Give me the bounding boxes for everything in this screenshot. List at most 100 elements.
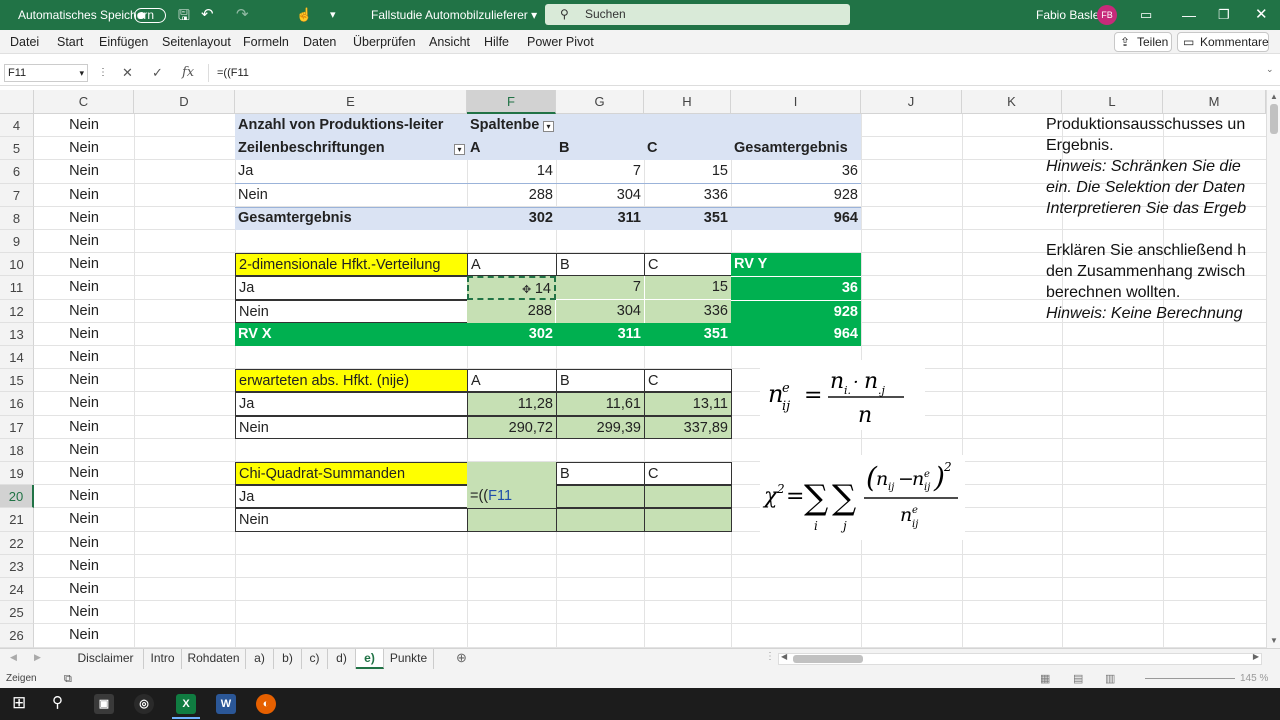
column-c-cell[interactable]: Nein	[34, 276, 134, 299]
column-c-cell[interactable]: Nein	[34, 392, 134, 415]
column-c-cell[interactable]: Nein	[34, 253, 134, 276]
chi-cell[interactable]	[644, 485, 732, 509]
menu-datei[interactable]: Datei	[10, 30, 39, 54]
menu-ueberpruefen[interactable]: Überprüfen	[353, 30, 416, 54]
expected-cell[interactable]: 299,39	[556, 415, 645, 439]
chi-cell[interactable]	[556, 508, 645, 532]
column-c-cell[interactable]: Nein	[34, 184, 134, 207]
expected-row-label[interactable]: Ja	[235, 392, 468, 416]
row-header[interactable]: 22	[0, 531, 34, 555]
pivot-cell[interactable]: 304	[556, 184, 644, 207]
row-header[interactable]: 6	[0, 160, 34, 184]
page-break-icon[interactable]: ▥	[1105, 670, 1115, 688]
file-title[interactable]: Fallstudie Automobilzulieferer ▾	[371, 0, 537, 30]
table2d-header-b[interactable]: B	[556, 253, 645, 277]
scroll-down-icon[interactable]: ▼	[1270, 636, 1278, 645]
row-header[interactable]: 25	[0, 601, 34, 625]
excel-icon[interactable]: X	[176, 694, 196, 714]
save-icon[interactable]: 🖫	[178, 0, 190, 30]
expected-header-c[interactable]: C	[644, 369, 732, 393]
column-c-cell[interactable]: Nein	[34, 416, 134, 439]
table2d-cell-rvy[interactable]: 36	[731, 276, 861, 300]
browser-icon[interactable]: ◎	[134, 694, 154, 714]
sheet-tab-e[interactable]: e)	[356, 649, 384, 669]
normal-view-icon[interactable]: ▦	[1040, 670, 1050, 688]
expected-title[interactable]: erwarteten abs. Hfkt. (nije)	[235, 369, 468, 393]
column-c-cell[interactable]: Nein	[34, 532, 134, 555]
horizontal-scrollbar[interactable]: ◀ ▶	[778, 652, 1262, 665]
table2d-total-label[interactable]: RV X	[235, 322, 467, 346]
column-header-h[interactable]: H	[644, 90, 731, 114]
column-c-cell[interactable]: Nein	[34, 230, 134, 253]
pivot-cell[interactable]: 36	[731, 160, 861, 183]
row-header[interactable]: 23	[0, 554, 34, 578]
table2d-header-a[interactable]: A	[467, 253, 557, 277]
macro-icon[interactable]: ⧉	[64, 670, 72, 688]
column-header-k[interactable]: K	[962, 90, 1062, 114]
sheet-tab-intro[interactable]: Intro	[144, 649, 182, 669]
row-header[interactable]: 11	[0, 276, 34, 300]
insert-function-icon[interactable]: fx	[182, 60, 194, 86]
menu-einfuegen[interactable]: Einfügen	[99, 30, 148, 54]
column-c-cell[interactable]: Nein	[34, 578, 134, 601]
menu-seitenlayout[interactable]: Seitenlayout	[162, 30, 231, 54]
column-c-cell[interactable]: Nein	[34, 508, 134, 531]
chi-header-b[interactable]: B	[556, 462, 645, 486]
table2d-total-cell[interactable]: 302	[467, 322, 556, 346]
expected-row-label[interactable]: Nein	[235, 415, 468, 439]
menu-ansicht[interactable]: Ansicht	[429, 30, 470, 54]
table2d-row-label[interactable]: Nein	[235, 299, 468, 323]
row-header[interactable]: 4	[0, 114, 34, 138]
touch-mode-icon[interactable]: ☝	[296, 0, 312, 30]
column-header-j[interactable]: J	[861, 90, 962, 114]
expected-cell[interactable]: 11,28	[467, 392, 557, 416]
select-all-corner[interactable]	[0, 90, 34, 114]
pivot-cell[interactable]: 928	[731, 184, 861, 207]
table2d-cell[interactable]: 336	[644, 299, 731, 323]
search-icon[interactable]: ⚲	[52, 693, 63, 711]
column-c-cell[interactable]: Nein	[34, 160, 134, 183]
instruction-textbox[interactable]: Produktionsausschusses un Ergebnis. Hinw…	[1046, 115, 1264, 325]
pivot-row-label[interactable]: Zeilenbeschriftungen	[235, 137, 467, 160]
pivot-cell[interactable]: 14	[467, 160, 556, 183]
cancel-icon[interactable]: ✕	[122, 60, 133, 86]
customize-qat-icon[interactable]: ▾	[330, 0, 336, 30]
menu-formeln[interactable]: Formeln	[243, 30, 289, 54]
menu-hilfe[interactable]: Hilfe	[484, 30, 509, 54]
add-sheet-icon[interactable]: ⊕	[456, 650, 467, 666]
expected-cell[interactable]: 13,11	[644, 392, 732, 416]
table2d-cell[interactable]: 7	[556, 276, 644, 300]
chi-header-a[interactable]	[467, 462, 556, 486]
menu-start[interactable]: Start	[57, 30, 83, 54]
chi-square-formula-image[interactable]: χ 2 = ∑ i ∑ j ( n ij − n e ij ) 2 n e ij	[760, 455, 965, 540]
page-layout-icon[interactable]: ▤	[1073, 670, 1083, 688]
row-header[interactable]: 20	[0, 485, 34, 509]
pivot-cell[interactable]: 336	[644, 184, 731, 207]
expected-header-a[interactable]: A	[467, 369, 557, 393]
column-c-cell[interactable]: Nein	[34, 624, 134, 647]
column-header-e[interactable]: E	[235, 90, 467, 114]
sheet-tab-disclaimer[interactable]: Disclaimer	[68, 649, 144, 669]
chi-cell[interactable]	[556, 485, 645, 509]
row-header[interactable]: 9	[0, 230, 34, 254]
row-header[interactable]: 26	[0, 624, 34, 648]
chi-cell-editing[interactable]: =((F11	[467, 485, 556, 509]
redo-icon[interactable]: ↷	[236, 0, 249, 30]
scroll-up-icon[interactable]: ▲	[1270, 92, 1278, 101]
sheet-tab-rohdaten[interactable]: Rohdaten	[182, 649, 246, 669]
menu-power-pivot[interactable]: Power Pivot	[527, 30, 594, 54]
undo-icon[interactable]: ↶	[201, 0, 214, 30]
column-c-cell[interactable]: Nein	[34, 207, 134, 230]
name-box[interactable]: F11 ▾	[4, 64, 88, 82]
column-c-cell[interactable]: Nein	[34, 601, 134, 624]
pivot-total-cell[interactable]: 311	[556, 207, 644, 230]
sheet-tab-b[interactable]: b)	[274, 649, 302, 669]
column-c-cell[interactable]: Nein	[34, 555, 134, 578]
table2d-cell-selected[interactable]: 14	[467, 276, 556, 300]
column-c-cell[interactable]: Nein	[34, 439, 134, 462]
pivot-total-cell[interactable]: 302	[467, 207, 556, 230]
row-header[interactable]: 15	[0, 369, 34, 393]
table2d-header-c[interactable]: C	[644, 253, 732, 277]
column-c-cell[interactable]: Nein	[34, 323, 134, 346]
column-header-d[interactable]: D	[134, 90, 235, 114]
